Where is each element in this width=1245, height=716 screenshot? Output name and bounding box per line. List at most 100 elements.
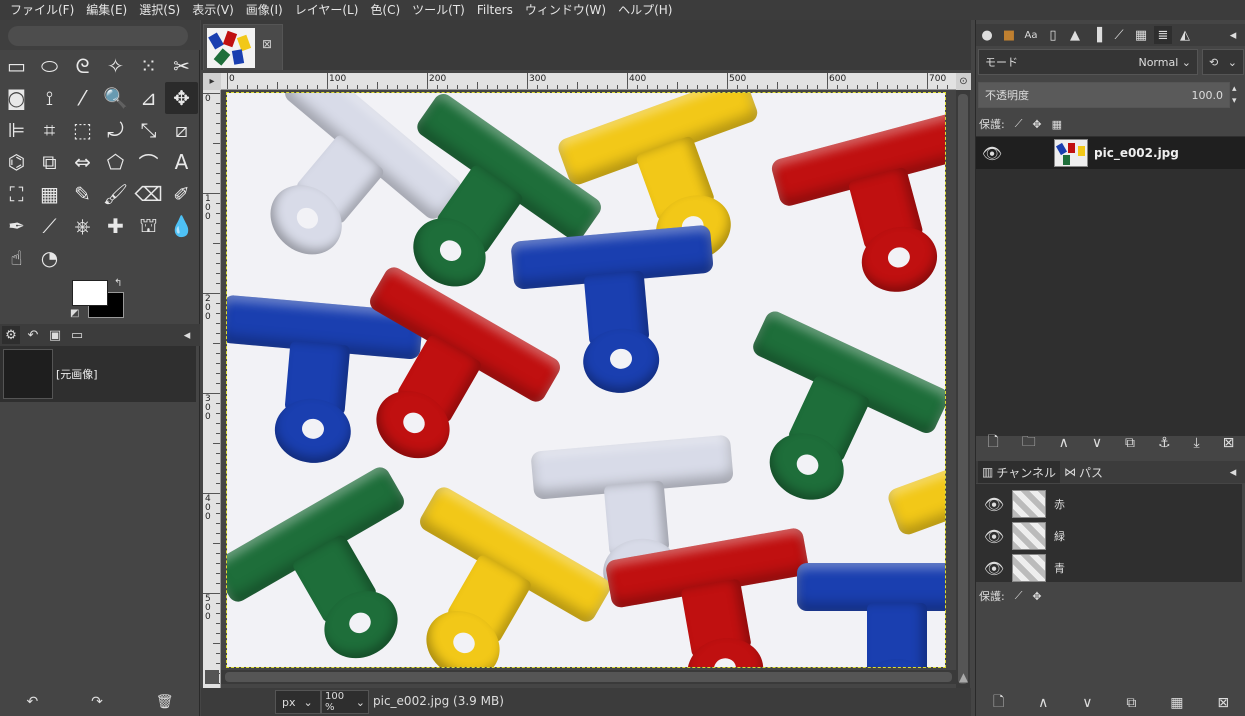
eye-icon[interactable]: 👁	[980, 554, 1008, 582]
image-tab[interactable]: ⊠	[203, 24, 283, 70]
new-channel-icon[interactable]: 🗋	[993, 691, 1004, 715]
lock-position-icon[interactable]: ✥	[1032, 118, 1041, 131]
merge-layer-icon[interactable]: ⤓	[1194, 435, 1200, 451]
unit-select[interactable]: px ⌄	[275, 690, 321, 714]
perspective-clone-tool-icon[interactable]: ⛫	[132, 210, 165, 242]
history-item[interactable]: [元画像]	[56, 366, 98, 382]
ink-tool-icon[interactable]: ✒	[0, 210, 33, 242]
navigate-icon[interactable]	[205, 670, 219, 684]
redo-icon[interactable]: ↷	[91, 694, 103, 710]
palettes-tab-icon[interactable]: ▦	[1132, 26, 1150, 44]
lock-position-icon[interactable]: ✥	[1032, 590, 1041, 603]
horizontal-scrollbar[interactable]	[221, 670, 956, 684]
eye-icon[interactable]: 👁	[980, 490, 1008, 518]
layers-tab-icon[interactable]: ≣	[1154, 26, 1172, 44]
paths-tool-icon[interactable]: ⟟	[33, 82, 66, 114]
channel-row[interactable]: 👁 緑	[976, 520, 1242, 552]
patterns-tab-icon[interactable]: ■	[1000, 26, 1018, 44]
rect-select-tool-icon[interactable]: ▭	[0, 50, 33, 82]
histogram-tab-icon[interactable]: ◭	[1176, 26, 1194, 44]
3d-transform-tool-icon[interactable]: ⧉	[33, 146, 66, 178]
dodge-burn-tool-icon[interactable]: ◔	[33, 242, 66, 274]
clone-tool-icon[interactable]: ⎈	[66, 210, 99, 242]
menu-item[interactable]: ファイル(F)	[4, 0, 80, 20]
blur-tool-icon[interactable]: 💧	[165, 210, 198, 242]
brushes-tab-icon[interactable]: ●	[978, 26, 996, 44]
color-select-tool-icon[interactable]: ⁙	[132, 50, 165, 82]
paint-dynamics-tab-icon[interactable]: ⟋	[1110, 26, 1128, 44]
gradient-tool-icon[interactable]: ▦	[33, 178, 66, 210]
tool-presets-tab-icon[interactable]: ▲	[1066, 26, 1084, 44]
crop-tool-icon[interactable]: ⌗	[33, 114, 66, 146]
menu-item[interactable]: 編集(E)	[80, 0, 133, 20]
undo-icon[interactable]: ↶	[26, 694, 38, 710]
vertical-scrollbar[interactable]	[956, 90, 970, 688]
wilber-drop-area[interactable]	[0, 20, 200, 50]
lock-alpha-icon[interactable]: ▦	[1052, 118, 1062, 131]
opacity-slider[interactable]: 不透明度 100.0	[978, 82, 1230, 108]
lower-layer-icon[interactable]: ∨	[1092, 435, 1102, 451]
anchor-layer-icon[interactable]: ⚓	[1158, 435, 1171, 451]
measure-tool-icon[interactable]: ⊿	[132, 82, 165, 114]
delete-channel-icon[interactable]: ⊠	[1217, 695, 1229, 711]
image-canvas[interactable]	[226, 92, 946, 668]
device-status-tab-icon[interactable]: ▭	[68, 326, 86, 344]
pencil-tool-icon[interactable]: ✎	[66, 178, 99, 210]
menu-item[interactable]: 画像(I)	[240, 0, 289, 20]
document-history-tab-icon[interactable]: ▯	[1044, 26, 1062, 44]
mode-select[interactable]: モード Normal ⌄	[978, 49, 1198, 75]
new-layer-icon[interactable]: 🗋	[987, 431, 998, 455]
image-tab-close-icon[interactable]: ⊠	[262, 37, 272, 51]
rotate-tool-icon[interactable]: ⤾	[99, 114, 132, 146]
warp-transform-tool-icon[interactable]: ⌬	[0, 146, 33, 178]
paths-tab[interactable]: ⋈ パス	[1064, 464, 1103, 481]
move-tool-icon[interactable]: ✥	[165, 82, 198, 114]
smudge-warp-tool-icon[interactable]: ⌒	[132, 146, 165, 178]
layer-row[interactable]: 👁 pic_e002.jpg	[976, 137, 1245, 169]
dock-menu-icon[interactable]: ◂	[1224, 463, 1242, 481]
lock-pixels-icon[interactable]: ⟋	[1015, 117, 1023, 131]
gradients-tab-icon[interactable]: ▐	[1088, 26, 1106, 44]
color-picker-tool-icon[interactable]: ⁄	[66, 82, 99, 114]
eraser-tool-icon[interactable]: ⌫	[132, 178, 165, 210]
channel-row[interactable]: 👁 赤	[976, 488, 1242, 520]
dock-menu-icon[interactable]: ◂	[1224, 26, 1242, 44]
text-tool-icon[interactable]: A	[165, 146, 198, 178]
scissors-tool-icon[interactable]: ✂	[165, 50, 198, 82]
lock-pixels-icon[interactable]: ⟋	[1015, 589, 1023, 603]
lower-channel-icon[interactable]: ∨	[1082, 695, 1092, 711]
flip-tool-icon[interactable]: ⇔	[66, 146, 99, 178]
vertical-scroll-thumb[interactable]	[958, 94, 968, 684]
channels-tab[interactable]: ▥ チャンネル	[978, 461, 1060, 483]
heal-tool-icon[interactable]: ✚	[99, 210, 132, 242]
swap-colors-icon[interactable]: ↰	[114, 278, 122, 289]
opacity-spin-icon[interactable]: ▴ ▾	[1232, 83, 1244, 107]
composite-mode-select[interactable]: ⟲ ⌄	[1202, 49, 1244, 75]
menu-item[interactable]: 選択(S)	[133, 0, 186, 20]
fuzzy-select-tool-icon[interactable]: ✧	[99, 50, 132, 82]
menu-item[interactable]: ヘルプ(H)	[612, 0, 678, 20]
eye-icon[interactable]: 👁	[980, 522, 1008, 550]
eye-icon[interactable]: 👁	[978, 139, 1006, 167]
delete-layer-icon[interactable]: ⊠	[1223, 435, 1235, 451]
free-select-tool-icon[interactable]: ᘓ	[66, 50, 99, 82]
raise-channel-icon[interactable]: ∧	[1038, 695, 1048, 711]
duplicate-layer-icon[interactable]: ⧉	[1125, 435, 1135, 451]
mypaint-brush-tool-icon[interactable]: ⟋	[33, 210, 66, 242]
unified-transform-tool-icon[interactable]: ⬚	[66, 114, 99, 146]
paintbrush-tool-icon[interactable]: 🖌	[99, 178, 132, 210]
raise-layer-icon[interactable]: ∧	[1059, 435, 1069, 451]
undo-history-tab-icon[interactable]: ↶	[24, 326, 42, 344]
menu-item[interactable]: ウィンドウ(W)	[519, 0, 612, 20]
ellipse-select-tool-icon[interactable]: ⬭	[33, 50, 66, 82]
fonts-tab-icon[interactable]: Aa	[1022, 26, 1040, 44]
navigation-corner-icon[interactable]: ▲	[956, 670, 971, 684]
foreground-color-swatch[interactable]	[72, 280, 108, 306]
zoom-select[interactable]: 100 % ⌄	[321, 690, 369, 714]
channel-row[interactable]: 👁 青	[976, 552, 1242, 584]
menu-item[interactable]: 表示(V)	[186, 0, 240, 20]
canvas-area[interactable]	[221, 90, 956, 688]
zoom-tool-icon[interactable]: 🔍	[99, 82, 132, 114]
channel-to-selection-icon[interactable]: ▦	[1170, 695, 1183, 711]
new-layer-group-icon[interactable]: 🗀	[1022, 431, 1036, 455]
